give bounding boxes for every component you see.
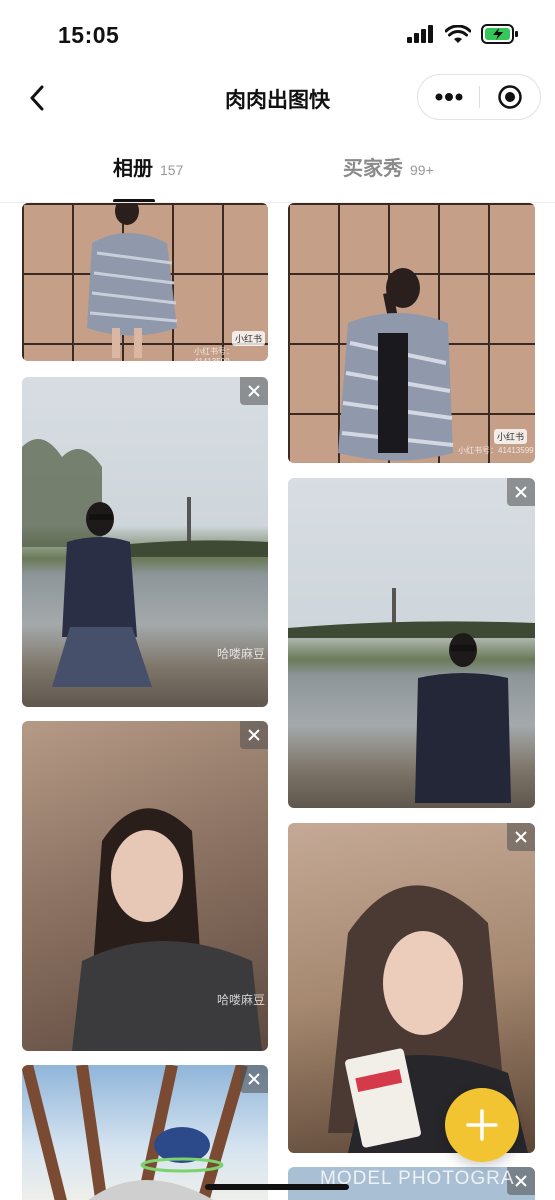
remove-photo-button[interactable] bbox=[507, 478, 535, 506]
watermark-id: 小红书号：41413599 bbox=[458, 446, 534, 455]
photo-card[interactable]: 哈喽麻豆 bbox=[22, 377, 268, 707]
close-miniprogram-button[interactable] bbox=[480, 74, 540, 120]
watermark-badge: 小红书 bbox=[232, 331, 266, 346]
photo-card[interactable]: 小红书 小红书号：41413599 bbox=[288, 203, 535, 463]
photo-card[interactable]: 小红书 小红书号：41413599 bbox=[22, 203, 268, 361]
photo-grid: 小红书 小红书号：41413599 小红书 小红书号：41413599 bbox=[0, 203, 555, 1200]
pergola-scenery bbox=[22, 1065, 248, 1200]
photo-credit-text: MODEL PHOTOGRA bbox=[320, 1168, 515, 1189]
remove-photo-button[interactable] bbox=[240, 377, 268, 405]
watermark-brand: 哈喽麻豆 bbox=[217, 647, 266, 661]
watermark-id: 小红书号：41413599 bbox=[194, 347, 234, 361]
close-icon bbox=[515, 1175, 527, 1187]
close-icon bbox=[248, 1073, 260, 1085]
nav-bar: 肉肉出图快 bbox=[0, 72, 555, 124]
signal-icon bbox=[407, 25, 433, 43]
photo-card[interactable]: 哈喽麻豆 bbox=[22, 721, 268, 1051]
tab-album-count: 157 bbox=[160, 162, 184, 178]
model-figure bbox=[415, 633, 511, 803]
remove-photo-button[interactable] bbox=[240, 1065, 268, 1093]
model-figure bbox=[72, 808, 262, 1051]
battery-charging-icon bbox=[481, 24, 518, 44]
wifi-icon bbox=[445, 24, 471, 43]
add-photo-button[interactable] bbox=[445, 1088, 519, 1162]
remove-photo-button[interactable] bbox=[507, 823, 535, 851]
more-button[interactable] bbox=[418, 74, 479, 120]
plus-icon bbox=[466, 1109, 498, 1141]
model-figure bbox=[87, 203, 178, 358]
tab-buyer-show-count: 99+ bbox=[410, 162, 434, 178]
tab-bar: 相册 157 买家秀 99+ bbox=[0, 140, 555, 203]
tab-buyer-show-label: 买家秀 bbox=[343, 158, 403, 180]
tab-album[interactable]: 相册 157 bbox=[113, 152, 183, 181]
close-icon bbox=[515, 831, 527, 843]
tab-album-label: 相册 bbox=[113, 158, 153, 180]
watermark-badge: 小红书 bbox=[494, 429, 528, 444]
miniprogram-capsule bbox=[417, 74, 541, 120]
model-figure bbox=[338, 268, 454, 461]
status-bar: 15:05 bbox=[0, 0, 555, 72]
target-circle-icon bbox=[498, 85, 522, 109]
model-figure bbox=[52, 502, 152, 687]
close-icon bbox=[248, 729, 260, 741]
more-dots-icon bbox=[435, 93, 462, 101]
close-icon bbox=[515, 486, 527, 498]
status-time: 15:05 bbox=[58, 22, 120, 48]
photo-card[interactable] bbox=[288, 478, 535, 808]
close-icon bbox=[248, 385, 260, 397]
remove-photo-button[interactable] bbox=[240, 721, 268, 749]
status-icons bbox=[407, 24, 519, 44]
watermark-brand: 哈喽麻豆 bbox=[217, 993, 266, 1007]
photo-card[interactable] bbox=[22, 1065, 268, 1200]
tab-buyer-show[interactable]: 买家秀 99+ bbox=[343, 152, 434, 181]
home-indicator bbox=[205, 1184, 349, 1190]
